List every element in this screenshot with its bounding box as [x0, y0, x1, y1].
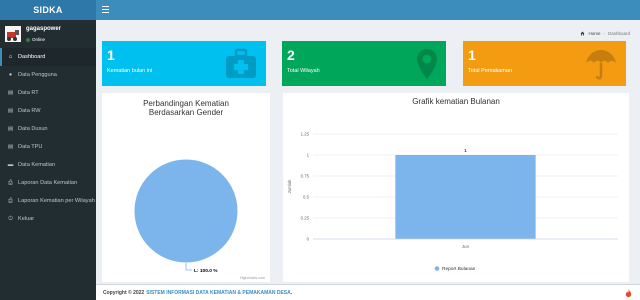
sidebar-item-data-rt[interactable]: ▤ Data RT — [0, 84, 96, 102]
y-tick-label: 1 — [307, 153, 310, 158]
sidebar-item-data-dusun[interactable]: ▤ Data Dusun — [0, 120, 96, 138]
stat-value: 1 — [107, 47, 115, 63]
user-icon: ● — [8, 72, 13, 78]
sidebar-item-keluar[interactable]: ⏻ Keluar — [0, 210, 96, 228]
y-axis-label: Jumlah — [287, 179, 292, 193]
sidebar-item-label: Data TPU — [18, 144, 43, 150]
stat-label: Kematian bulan ini — [107, 68, 153, 74]
chart-credit[interactable]: Highcharts.com — [240, 276, 265, 280]
sidebar-item-label: Dashboard — [18, 54, 46, 60]
footer-suffix: . — [290, 289, 293, 296]
online-status-icon — [26, 37, 30, 42]
monthly-bar-chart: 0 0.25 0.5 0.75 1 1.25 Jumlah 1 Jun Report Bulana… — [287, 132, 618, 272]
stat-box-cemeteries: 1 Total Pemakaman — [463, 41, 626, 86]
print-icon: ⎙ — [8, 179, 13, 186]
file-icon: ▤ — [7, 108, 14, 114]
folder-icon: ▬ — [7, 162, 14, 168]
copyright-text: Copyright © 2022 — [103, 289, 145, 296]
user-panel: gagaspower Online — [0, 20, 96, 48]
stat-label: Total Wilayah — [287, 68, 320, 74]
main-content: Home › Dashboard 1 Kematian bulan ini 2 … — [96, 20, 640, 284]
legend-item[interactable]: Report Bulanan — [442, 266, 476, 272]
breadcrumb-current: Dashboard — [607, 31, 630, 36]
footer: Copyright © 2022 SISTEM INFORMASI DATA K… — [96, 284, 640, 300]
stat-label: Total Pemakaman — [468, 68, 513, 74]
stat-value: 1 — [468, 47, 476, 63]
gender-pie-chart: Highcharts.com L: 100.0 % — [133, 158, 265, 280]
stat-value: 2 — [287, 47, 295, 63]
user-status-label: Online — [32, 37, 46, 42]
sidebar-item-label: Keluar — [18, 216, 35, 222]
app-logo[interactable]: SIDKA — [0, 0, 96, 20]
user-status: Online — [26, 37, 45, 42]
sidebar-item-label: Data Kematian — [18, 162, 56, 168]
sidebar-item-data-rw[interactable]: ▤ Data RW — [0, 102, 96, 120]
sidebar-item-laporan-kematian-per-wilayah[interactable]: ⎙ Laporan Kematian per Wilayah — [0, 192, 96, 210]
stat-box-deaths: 1 Kematian bulan ini — [102, 41, 266, 86]
sidebar-item-data-pengguna[interactable]: ● Data Pengguna — [0, 66, 96, 84]
file-icon: ▤ — [7, 144, 14, 150]
sidebar-menu: ⌂ Dashboard ● Data Pengguna ▤ Data RT ▤ Data RW… — [0, 48, 96, 228]
medkit-icon — [226, 48, 256, 78]
y-tick-label: 0.75 — [301, 174, 310, 179]
y-tick-label: 0 — [307, 237, 310, 242]
bar[interactable] — [395, 155, 536, 239]
user-name: gagaspower — [26, 26, 62, 32]
sidebar-item-dashboard[interactable]: ⌂ Dashboard — [0, 48, 96, 66]
sidebar-item-label: Data RT — [18, 90, 39, 96]
y-tick-label: 1.25 — [301, 132, 310, 137]
x-tick-label: Jun — [462, 244, 470, 249]
monthly-chart-panel: Grafik kematian Bulanan 0 0.25 0.5 0.75 1 1.2… — [283, 93, 629, 282]
gender-chart-panel: Perbandingan Kematian Berdasarkan Gender… — [102, 93, 270, 282]
y-tick-label: 0.5 — [303, 195, 310, 200]
print-icon: ⎙ — [8, 197, 13, 204]
sidebar-item-label: Data Pengguna — [18, 72, 57, 78]
home-icon: ⌂ — [8, 54, 13, 60]
legend-marker — [434, 266, 440, 271]
power-icon: ⏻ — [8, 215, 13, 222]
pie-data-label: L: 100.0 % — [194, 268, 218, 274]
sidebar-item-label: Data Dusun — [18, 126, 48, 132]
sidebar-item-label: Data RW — [18, 108, 41, 114]
stat-box-regions: 2 Total Wilayah — [282, 41, 446, 86]
avatar — [5, 26, 21, 42]
footer-app-link[interactable]: SISTEM INFORMASI DATA KEMATIAN & PEMAKAM… — [146, 290, 291, 296]
pie-label-connector — [185, 263, 192, 271]
y-tick-label: 0.25 — [301, 216, 310, 221]
map-marker-icon — [417, 49, 437, 79]
sidebar-item-data-kematian[interactable]: ▬ Data Kematian — [0, 156, 96, 174]
pie-slice[interactable] — [133, 158, 239, 264]
file-icon: ▤ — [7, 90, 14, 96]
menu-toggle-icon[interactable] — [102, 6, 109, 13]
top-navbar — [96, 0, 640, 20]
sidebar-item-label: Laporan Kematian per Wilayah — [18, 198, 95, 204]
breadcrumb-separator: › — [603, 31, 605, 36]
sidebar-item-laporan-data-kematian[interactable]: ⎙ Laporan Data Kematian — [0, 174, 96, 192]
home-icon — [580, 31, 585, 36]
file-icon: ▤ — [7, 126, 14, 132]
breadcrumb: Home › Dashboard — [580, 31, 630, 36]
bar-data-label: 1 — [464, 148, 467, 153]
sidebar-item-data-tpu[interactable]: ▤ Data TPU — [0, 138, 96, 156]
sidebar-item-label: Laporan Data Kematian — [18, 180, 78, 186]
sidebar: gagaspower Online ⌂ Dashboard ● Data Penggu… — [0, 20, 96, 300]
breadcrumb-home[interactable]: Home — [588, 31, 600, 36]
flame-icon — [625, 289, 632, 297]
umbrella-icon — [586, 50, 616, 80]
